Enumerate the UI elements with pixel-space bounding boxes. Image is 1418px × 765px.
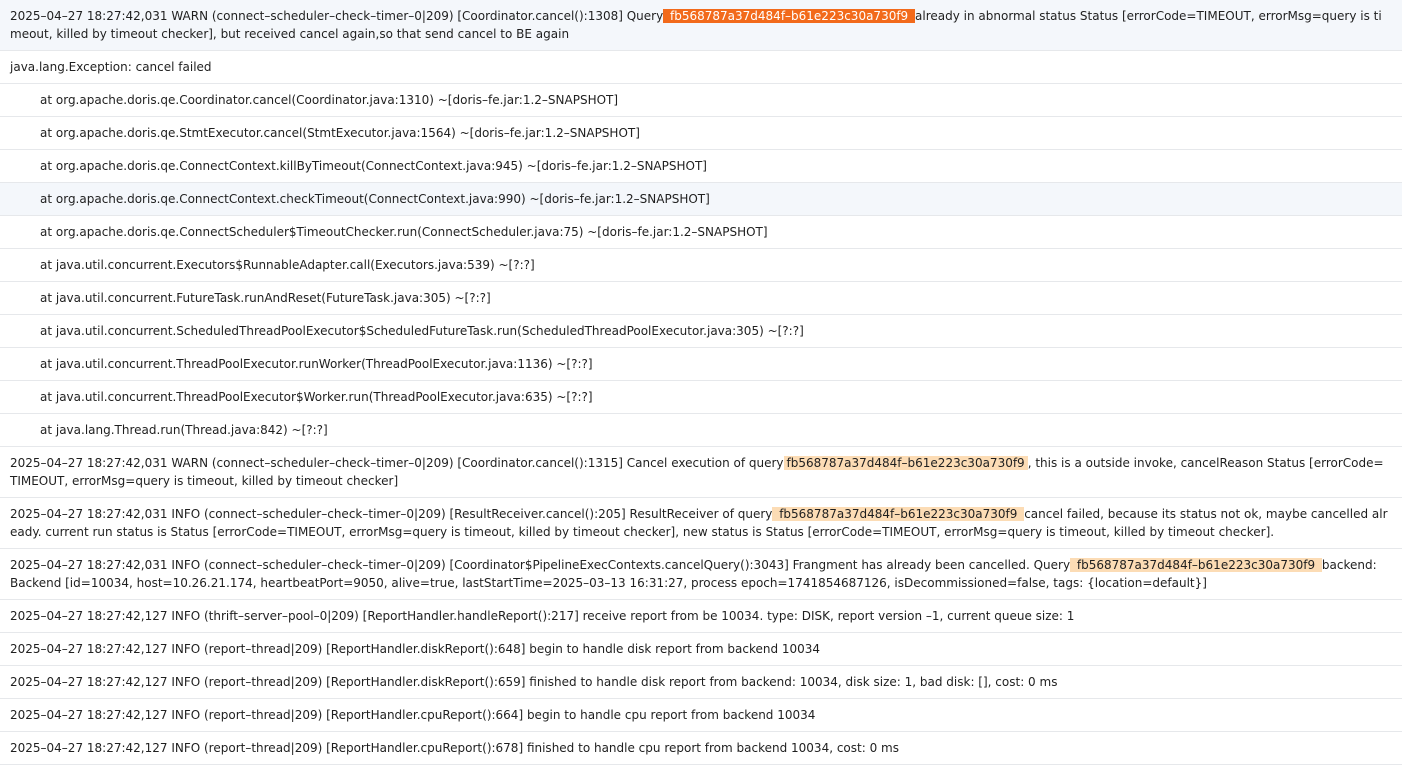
log-text: at java.util.concurrent.Executors$Runnab… bbox=[40, 258, 535, 272]
log-line[interactable]: 2025–04–27 18:27:42,127 INFO (report–thr… bbox=[0, 633, 1402, 666]
log-text: at java.lang.Thread.run(Thread.java:842)… bbox=[40, 423, 328, 437]
stack-trace-line[interactable]: at java.util.concurrent.Executors$Runnab… bbox=[0, 249, 1402, 282]
log-text: at java.util.concurrent.ThreadPoolExecut… bbox=[40, 357, 593, 371]
log-text: 2025–04–27 18:27:42,127 INFO (report–thr… bbox=[10, 708, 816, 722]
search-match-highlight: fb568787a37d484f–b61e223c30a730f9 bbox=[783, 456, 1028, 470]
log-text: 2025–04–27 18:27:42,127 INFO (thrift–ser… bbox=[10, 609, 1075, 623]
stack-trace-line[interactable]: at org.apache.doris.qe.Coordinator.cance… bbox=[0, 84, 1402, 117]
log-text: at java.util.concurrent.FutureTask.runAn… bbox=[40, 291, 491, 305]
log-text: 2025–04–27 18:27:42,031 INFO (connect–sc… bbox=[10, 507, 773, 521]
log-line[interactable]: java.lang.Exception: cancel failed bbox=[0, 51, 1402, 84]
stack-trace-line[interactable]: at java.util.concurrent.ScheduledThreadP… bbox=[0, 315, 1402, 348]
log-text: 2025–04–27 18:27:42,127 INFO (report–thr… bbox=[10, 675, 1058, 689]
search-match-highlight: fb568787a37d484f–b61e223c30a730f9 bbox=[1070, 558, 1322, 572]
log-text: 2025–04–27 18:27:42,031 INFO (connect–sc… bbox=[10, 558, 1071, 572]
log-text: 2025–04–27 18:27:42,127 INFO (report–thr… bbox=[10, 741, 899, 755]
log-text: at java.util.concurrent.ScheduledThreadP… bbox=[40, 324, 804, 338]
log-text: at org.apache.doris.qe.Coordinator.cance… bbox=[40, 93, 619, 107]
log-text: 2025–04–27 18:27:42,031 WARN (connect–sc… bbox=[10, 456, 784, 470]
stack-trace-line[interactable]: at org.apache.doris.qe.ConnectContext.ch… bbox=[0, 183, 1402, 216]
log-line[interactable]: 2025–04–27 18:27:42,031 WARN (connect–sc… bbox=[0, 447, 1402, 498]
log-viewer: 2025–04–27 18:27:42,031 WARN (connect–sc… bbox=[0, 0, 1402, 765]
log-line[interactable]: 2025–04–27 18:27:42,127 INFO (thrift–ser… bbox=[0, 600, 1402, 633]
log-line[interactable]: 2025–04–27 18:27:42,127 INFO (report–thr… bbox=[0, 666, 1402, 699]
stack-trace-line[interactable]: at java.util.concurrent.FutureTask.runAn… bbox=[0, 282, 1402, 315]
stack-trace-line[interactable]: at org.apache.doris.qe.StmtExecutor.canc… bbox=[0, 117, 1402, 150]
current-search-match: fb568787a37d484f–b61e223c30a730f9 bbox=[663, 9, 916, 23]
log-line[interactable]: 2025–04–27 18:27:42,031 INFO (connect–sc… bbox=[0, 498, 1402, 549]
stack-trace-line[interactable]: at java.util.concurrent.ThreadPoolExecut… bbox=[0, 348, 1402, 381]
log-text: 2025–04–27 18:27:42,127 INFO (report–thr… bbox=[10, 642, 821, 656]
log-text: at java.util.concurrent.ThreadPoolExecut… bbox=[40, 390, 593, 404]
stack-trace-line[interactable]: at java.lang.Thread.run(Thread.java:842)… bbox=[0, 414, 1402, 447]
search-match-highlight: fb568787a37d484f–b61e223c30a730f9 bbox=[772, 507, 1025, 521]
log-text: java.lang.Exception: cancel failed bbox=[10, 60, 212, 74]
log-text: 2025–04–27 18:27:42,031 WARN (connect–sc… bbox=[10, 9, 664, 23]
log-text: at org.apache.doris.qe.StmtExecutor.canc… bbox=[40, 126, 640, 140]
stack-trace-line[interactable]: at java.util.concurrent.ThreadPoolExecut… bbox=[0, 381, 1402, 414]
log-line[interactable]: 2025–04–27 18:27:42,031 WARN (connect–sc… bbox=[0, 0, 1402, 51]
stack-trace-line[interactable]: at org.apache.doris.qe.ConnectScheduler$… bbox=[0, 216, 1402, 249]
stack-trace-line[interactable]: at org.apache.doris.qe.ConnectContext.ki… bbox=[0, 150, 1402, 183]
log-text: at org.apache.doris.qe.ConnectContext.ch… bbox=[40, 192, 710, 206]
log-line[interactable]: 2025–04–27 18:27:42,031 INFO (connect–sc… bbox=[0, 549, 1402, 600]
log-line[interactable]: 2025–04–27 18:27:42,127 INFO (report–thr… bbox=[0, 732, 1402, 765]
log-text: at org.apache.doris.qe.ConnectScheduler$… bbox=[40, 225, 768, 239]
log-text: at org.apache.doris.qe.ConnectContext.ki… bbox=[40, 159, 707, 173]
